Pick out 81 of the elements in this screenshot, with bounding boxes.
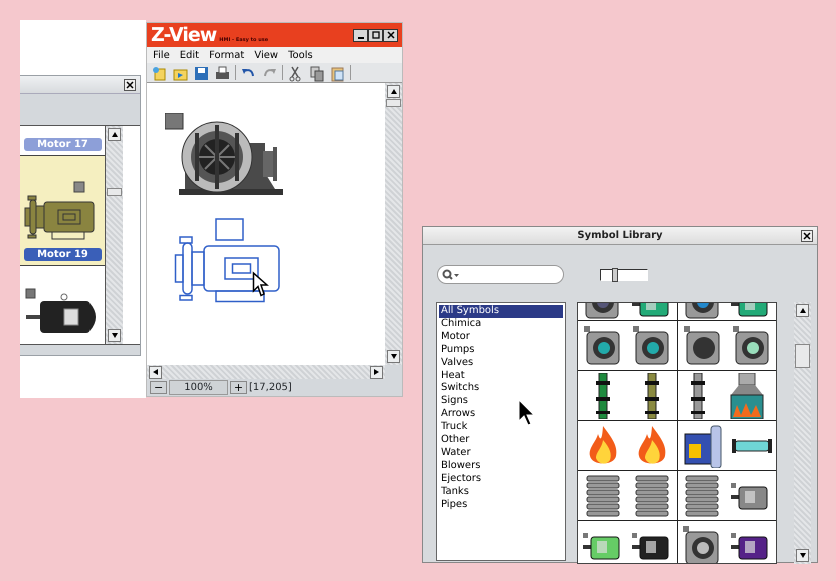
- scroll-up-button[interactable]: [387, 85, 400, 98]
- search-icon: [442, 268, 460, 280]
- up-arrow-icon: [110, 130, 118, 138]
- category-item[interactable]: Pumps: [439, 344, 563, 357]
- category-item[interactable]: Motor: [439, 330, 563, 344]
- new-icon: [151, 64, 168, 82]
- horizontal-scrollbar[interactable]: [147, 365, 385, 379]
- close-icon: [803, 232, 811, 240]
- scroll-up-button[interactable]: [108, 128, 121, 141]
- machine-icon: [684, 326, 722, 366]
- menu-item[interactable]: Edit: [180, 48, 200, 62]
- coil-icon: [584, 474, 621, 518]
- scrollbar-thumb[interactable]: [795, 344, 810, 368]
- category-item[interactable]: Tanks: [439, 486, 563, 499]
- down-arrow-icon: [798, 552, 806, 560]
- zoom-out-button[interactable]: −: [150, 380, 168, 394]
- save-icon: [193, 64, 210, 82]
- scroll-down-button[interactable]: [387, 350, 400, 363]
- down-arrow-icon: [390, 352, 398, 360]
- heater-icon: [682, 424, 722, 468]
- zoom-level-field[interactable]: 100%: [169, 380, 228, 394]
- machine-icon: [584, 326, 622, 366]
- close-icon: [386, 31, 394, 39]
- scroll-down-button[interactable]: [108, 329, 121, 342]
- scrollbar[interactable]: [106, 126, 123, 344]
- paste-icon: [329, 64, 346, 82]
- menu-item[interactable]: File: [153, 48, 170, 62]
- category-item[interactable]: All Symbols: [439, 305, 563, 318]
- maximize-icon: [372, 31, 380, 39]
- motor-list-item[interactable]: Motor 19: [20, 156, 105, 266]
- category-item[interactable]: Heat: [439, 370, 563, 382]
- close-icon: [126, 80, 134, 88]
- category-item[interactable]: Signs: [439, 395, 563, 408]
- up-arrow-icon: [390, 88, 398, 96]
- category-item[interactable]: Switchs: [439, 382, 563, 396]
- close-button[interactable]: [383, 28, 398, 42]
- close-button[interactable]: [801, 230, 813, 242]
- menu-item[interactable]: Tools: [288, 48, 313, 62]
- size-slider[interactable]: [600, 268, 648, 280]
- category-item[interactable]: Arrows: [439, 408, 563, 422]
- menu-item[interactable]: View: [254, 48, 278, 62]
- scrollbar-thumb[interactable]: [107, 188, 122, 196]
- window-title: Symbol Library: [577, 229, 663, 243]
- scroll-right-button[interactable]: [370, 366, 383, 378]
- category-item[interactable]: Blowers: [439, 460, 563, 473]
- category-item[interactable]: Ejectors: [439, 472, 563, 486]
- up-arrow-icon: [798, 306, 806, 314]
- maximize-button[interactable]: [368, 28, 383, 42]
- category-item[interactable]: Pipes: [439, 498, 563, 512]
- scroll-left-button[interactable]: [149, 366, 162, 378]
- zoom-in-button[interactable]: +: [230, 380, 248, 394]
- close-button[interactable]: [124, 78, 136, 90]
- machine-icon: [633, 326, 672, 366]
- scroll-up-button[interactable]: [796, 304, 809, 317]
- search-field[interactable]: [437, 265, 564, 284]
- minimize-button[interactable]: [353, 28, 368, 42]
- mouse-cursor-icon: [518, 399, 536, 427]
- category-item[interactable]: Valves: [439, 356, 563, 370]
- category-item[interactable]: Other: [439, 434, 563, 447]
- scrollbar-thumb[interactable]: [386, 99, 401, 107]
- print-icon: [214, 64, 231, 82]
- scrollbar[interactable]: [385, 83, 402, 365]
- category-item[interactable]: Truck: [439, 421, 563, 434]
- left-arrow-icon: [152, 368, 160, 376]
- app-logo: Z-View: [151, 26, 216, 44]
- coil-icon: [634, 474, 670, 518]
- item-label: Motor 19: [24, 248, 102, 261]
- scrollbar[interactable]: [794, 302, 811, 564]
- menu-item[interactable]: Format: [209, 48, 244, 62]
- scroll-down-button[interactable]: [796, 549, 809, 562]
- slider-thumb[interactable]: [612, 268, 618, 282]
- category-item[interactable]: Chimica: [439, 318, 563, 331]
- right-arrow-icon: [372, 368, 380, 376]
- coil-icon: [684, 474, 720, 518]
- coordinates-text: [17,205]: [249, 380, 292, 394]
- machine-icon: [732, 326, 770, 366]
- item-label: Motor 17: [24, 138, 102, 151]
- category-item[interactable]: Water: [439, 446, 563, 460]
- machine-icon: [683, 526, 721, 563]
- tube-icon: [732, 438, 772, 452]
- down-arrow-icon: [110, 332, 118, 340]
